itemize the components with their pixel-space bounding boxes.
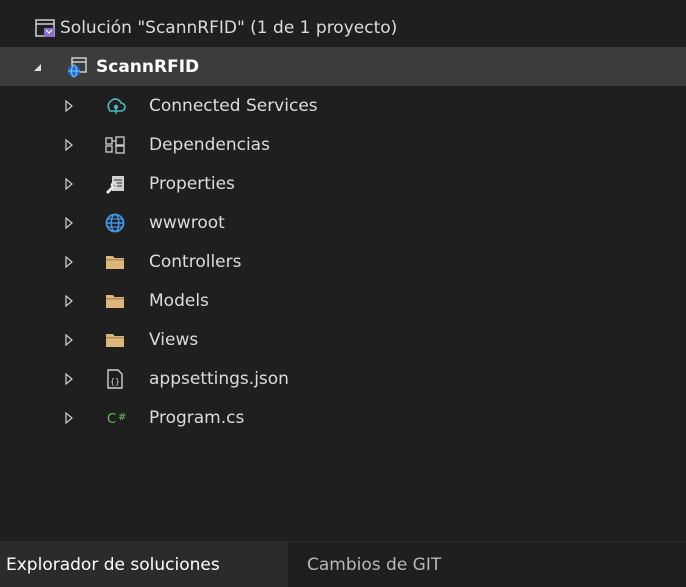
solution-icon (34, 17, 56, 39)
tab-label: Explorador de soluciones (6, 554, 220, 575)
tree-item-label: Program.cs (149, 407, 245, 428)
tree-item-connected-services[interactable]: Connected Services (0, 86, 686, 125)
tree-item-wwwroot[interactable]: wwwroot (0, 203, 686, 242)
json-file-icon: {} (104, 368, 126, 390)
folder-icon (104, 290, 126, 312)
tree-item-dependencies[interactable]: Dependencias (0, 125, 686, 164)
tab-solution-explorer[interactable]: Explorador de soluciones (0, 542, 288, 587)
tree-item-program-cs[interactable]: C # Program.cs (0, 398, 686, 437)
svg-text:#: # (118, 412, 126, 423)
expand-arrow-icon[interactable] (62, 138, 76, 152)
tab-git-changes[interactable]: Cambios de GIT (289, 542, 686, 587)
tree-item-models[interactable]: Models (0, 281, 686, 320)
tree-item-label: Connected Services (149, 95, 318, 116)
expand-arrow-icon[interactable] (62, 294, 76, 308)
project-name: ScannRFID (96, 56, 200, 77)
globe-icon (104, 212, 126, 234)
svg-text:C: C (107, 412, 116, 427)
collapse-arrow-icon[interactable] (30, 60, 44, 74)
solution-node[interactable]: Solución "ScannRFID" (1 de 1 proyecto) (0, 8, 686, 47)
tab-label: Cambios de GIT (307, 554, 442, 575)
expand-arrow-icon[interactable] (62, 411, 76, 425)
properties-icon (104, 173, 126, 195)
solution-explorer-panel: Solución "ScannRFID" (1 de 1 proyecto) S… (0, 0, 686, 587)
tree-item-label: Controllers (149, 251, 242, 272)
expand-arrow-icon[interactable] (62, 372, 76, 386)
folder-icon (104, 251, 126, 273)
tree-item-label: Properties (149, 173, 235, 194)
bottom-tab-bar: Explorador de soluciones Cambios de GIT (0, 541, 686, 587)
expand-arrow-icon[interactable] (62, 99, 76, 113)
tree-item-label: Models (149, 290, 209, 311)
tree-item-label: wwwroot (149, 212, 225, 233)
tree-item-views[interactable]: Views (0, 320, 686, 359)
expand-arrow-icon[interactable] (62, 333, 76, 347)
web-project-icon (66, 56, 88, 78)
solution-title: Solución "ScannRFID" (1 de 1 proyecto) (60, 17, 398, 38)
expand-arrow-icon[interactable] (62, 177, 76, 191)
tree-item-properties[interactable]: Properties (0, 164, 686, 203)
tree-item-label: appsettings.json (149, 368, 289, 389)
project-node[interactable]: ScannRFID (0, 47, 686, 86)
expand-arrow-icon[interactable] (62, 216, 76, 230)
connected-services-icon (104, 95, 126, 117)
tree-item-controllers[interactable]: Controllers (0, 242, 686, 281)
solution-tree: Solución "ScannRFID" (1 de 1 proyecto) S… (0, 8, 686, 437)
tree-item-appsettings[interactable]: {} appsettings.json (0, 359, 686, 398)
expand-arrow-icon[interactable] (62, 255, 76, 269)
dependencies-icon (104, 134, 126, 156)
svg-text:{}: {} (110, 377, 120, 386)
folder-icon (104, 329, 126, 351)
tree-item-label: Views (149, 329, 199, 350)
csharp-file-icon: C # (104, 407, 134, 429)
tree-item-label: Dependencias (149, 134, 270, 155)
